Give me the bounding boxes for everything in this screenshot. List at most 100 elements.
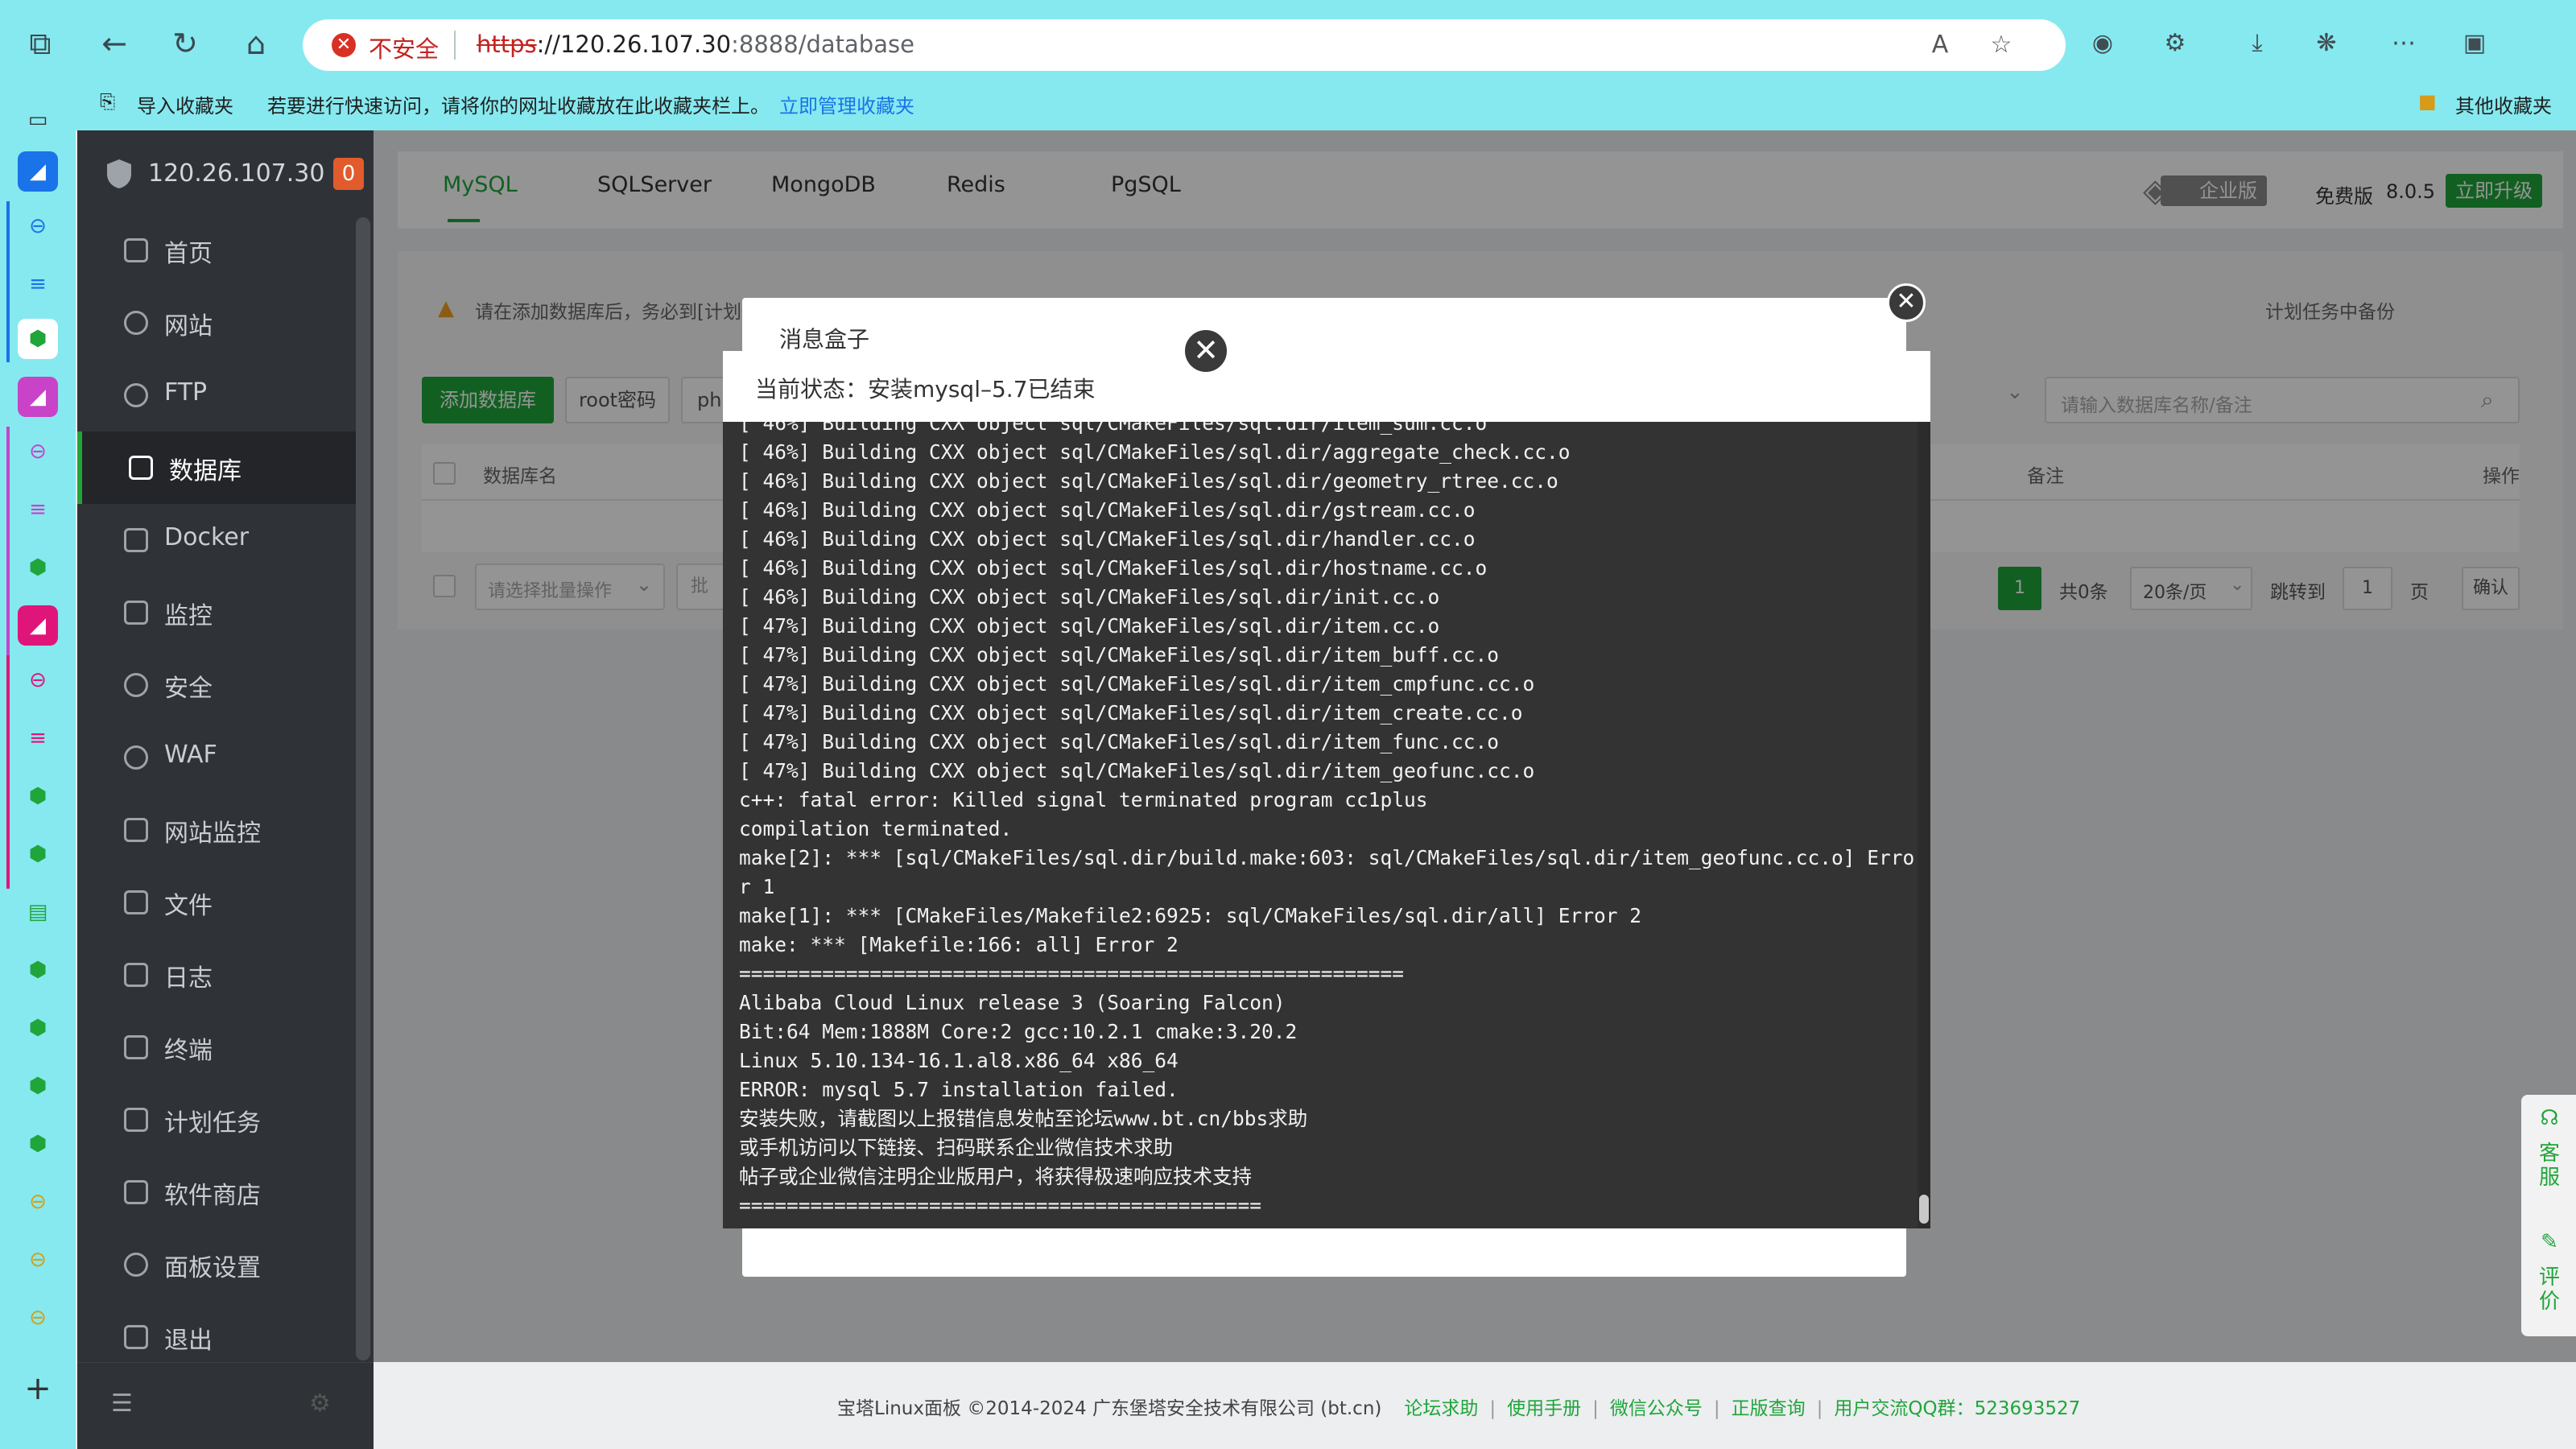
log-line: 帖子或企业微信注明企业版用户，将获得极速响应技术支持 [739, 1165, 1252, 1188]
ftp-icon [124, 383, 148, 407]
app-icon-purple[interactable]: ◢ [18, 377, 58, 417]
footer-link-wechat[interactable]: 微信公众号 [1610, 1398, 1703, 1419]
sidebar-item-site-monitor[interactable]: 网站监控 [77, 794, 356, 866]
footer-link-qq[interactable]: 用户交流QQ群：523693527 [1834, 1398, 2080, 1419]
sidebar-item-settings[interactable]: 面板设置 [77, 1228, 356, 1301]
bt-tab-icon[interactable]: ⬢ [18, 776, 58, 816]
link-icon[interactable]: ⊖ [18, 206, 58, 246]
link-icon[interactable]: ⊖ [18, 660, 58, 700]
extensions-icon[interactable]: ⚙ [2156, 24, 2194, 63]
log-output: [ 46%] Building CXX object sql/CMakeFile… [739, 422, 1915, 1220]
downloads-icon[interactable]: ⤓ [2238, 24, 2277, 63]
sidebar-item-database[interactable]: 数据库 [77, 431, 356, 504]
browser-side-rail: ▭ ◢ ⊖ ≡ ⬢ ◢ ⊖ ≡ ⬢ ◢ ⊖ ≡ ⬢ ⬢ ▤ ⬢ ⬢ ⬢ ⬢ ⊖ … [0, 80, 76, 1449]
url-text[interactable]: https://120.26.107.30:8888/database [477, 31, 914, 58]
bt-tab-icon[interactable]: ⬢ [18, 1124, 58, 1164]
sidebar-item-security[interactable]: 安全 [77, 649, 356, 721]
log-line: c++: fatal error: Killed signal terminat… [739, 788, 1428, 811]
service-label[interactable]: 客服 [2537, 1141, 2562, 1190]
console-scrollbar[interactable] [1918, 422, 1930, 1228]
server-shield-icon [107, 159, 131, 188]
other-bookmarks-link[interactable]: 其他收藏夹 [2455, 90, 2552, 118]
gear-icon[interactable]: ⚙ [309, 1392, 336, 1416]
log-line: [ 46%] Building CXX object sql/CMakeFile… [739, 527, 1476, 551]
log-line: [ 47%] Building CXX object sql/CMakeFile… [739, 701, 1523, 724]
log-line: 安装失败，请截图以上报错信息发帖至论坛www.bt.cn/bbs求助 [739, 1107, 1308, 1130]
reload-icon[interactable]: ↻ [164, 23, 206, 64]
footer-link-forum[interactable]: 论坛求助 [1404, 1398, 1478, 1419]
log-line: Alibaba Cloud Linux release 3 (Soaring F… [739, 991, 1286, 1014]
sidebar-item-files[interactable]: 文件 [77, 866, 356, 939]
footer-link-verify[interactable]: 正版查询 [1732, 1398, 1806, 1419]
log-line: [ 47%] Building CXX object sql/CMakeFile… [739, 730, 1500, 753]
collections-icon[interactable]: ▭ [18, 100, 58, 140]
tab-actions-icon[interactable]: ⧉ [19, 23, 61, 64]
log-line: make: *** [Makefile:166: all] Error 2 [739, 933, 1179, 956]
sidebar-item-store[interactable]: 软件商店 [77, 1156, 356, 1228]
app-icon-blue[interactable]: ◢ [18, 151, 58, 192]
log-line: ERROR: mysql 5.7 installation failed. [739, 1078, 1179, 1101]
sidebar-item-monitor[interactable]: 监控 [77, 576, 356, 649]
folder-icon: ■ [2418, 90, 2437, 113]
collapse-menu-icon[interactable]: ☰ [111, 1392, 138, 1416]
bt-tab-icon[interactable]: ⬢ [18, 1066, 58, 1106]
grid-icon [124, 1180, 148, 1204]
message-box-close-icon[interactable]: ✕ [1887, 283, 1926, 322]
import-bookmarks-icon[interactable]: ⎘ [100, 90, 115, 113]
app-icon-pink[interactable]: ◢ [18, 605, 58, 646]
calendar-icon [124, 1108, 148, 1132]
footer-link-manual[interactable]: 使用手册 [1507, 1398, 1581, 1419]
server-icon[interactable]: ≡ [18, 718, 58, 758]
server-icon[interactable]: ≡ [18, 264, 58, 304]
sidebar-item-waf[interactable]: WAF [77, 721, 356, 794]
manage-bookmarks-link[interactable]: 立即管理收藏夹 [779, 90, 914, 118]
bt-tab-icon[interactable]: ⬢ [18, 834, 58, 874]
log-line: Bit:64 Mem:1888M Core:2 gcc:10.2.1 cmake… [739, 1020, 1298, 1043]
gear-icon [124, 1253, 148, 1277]
more-menu-icon[interactable]: ⋯ [2384, 24, 2423, 63]
not-secure-label[interactable]: 不安全 [369, 31, 439, 64]
home-icon[interactable]: ⌂ [235, 23, 277, 64]
favorite-star-icon[interactable]: ☆ [1985, 29, 2017, 61]
bt-tab-icon[interactable]: ⬢ [18, 1008, 58, 1048]
sidebar-toggle-icon[interactable]: ▣ [2455, 24, 2494, 63]
copilot-icon[interactable]: ◉ [2083, 24, 2122, 63]
import-bookmarks-link[interactable]: 导入收藏夹 [137, 90, 233, 118]
group-indicator [6, 201, 10, 362]
install-log-console[interactable]: [ 46%] Building CXX object sql/CMakeFile… [723, 422, 1918, 1228]
bt-tab-icon[interactable]: ⬢ [18, 547, 58, 588]
sidebar-item-terminal[interactable]: 终端 [77, 1011, 356, 1084]
server-ip[interactable]: 120.26.107.30 [148, 159, 324, 188]
dialog-title: 当前状态：安装mysql–5.7已结束 [755, 376, 1096, 402]
rate-label[interactable]: 评价 [2537, 1265, 2562, 1314]
log-line: compilation terminated. [739, 817, 1013, 840]
not-secure-icon[interactable]: ✕ [332, 33, 356, 57]
log-line: [ 46%] Building CXX object sql/CMakeFile… [739, 469, 1558, 493]
scroll-thumb[interactable] [1919, 1195, 1929, 1224]
add-tab-icon[interactable]: + [18, 1368, 58, 1409]
sidebar-item-logs[interactable]: 日志 [77, 939, 356, 1011]
sidebar-item-home[interactable]: 首页 [77, 214, 356, 287]
log-line: make[2]: *** [sql/CMakeFiles/sql.dir/bui… [739, 846, 1915, 869]
link-icon[interactable]: ⊖ [18, 1182, 58, 1222]
sheet-icon[interactable]: ▤ [18, 892, 58, 932]
sidebar-item-website[interactable]: 网站 [77, 287, 356, 359]
message-count-badge[interactable]: 0 [333, 158, 364, 190]
customer-service-widget[interactable]: ☊ 客服 ✎ 评价 [2521, 1095, 2576, 1336]
address-bar[interactable]: ✕ 不安全 https://120.26.107.30:8888/databas… [303, 19, 2066, 71]
bt-tab-icon[interactable]: ⬢ [18, 950, 58, 990]
profile-avatar[interactable]: ❋ [2307, 24, 2346, 63]
back-icon[interactable]: ← [93, 23, 135, 64]
link-icon[interactable]: ⊖ [18, 431, 58, 472]
link-icon[interactable]: ⊖ [18, 1240, 58, 1280]
sidebar-item-cron[interactable]: 计划任务 [77, 1084, 356, 1156]
link-icon[interactable]: ⊖ [18, 1298, 58, 1338]
close-icon[interactable]: ✕ [1182, 327, 1230, 375]
sidebar-item-docker[interactable]: Docker [77, 504, 356, 576]
bt-panel-tab-icon[interactable]: ⬢ [18, 319, 58, 359]
server-icon[interactable]: ≡ [18, 489, 58, 530]
read-aloud-icon[interactable]: A [1924, 29, 1956, 61]
sidebar-item-ftp[interactable]: FTP [77, 359, 356, 431]
sidebar-scrollbar[interactable] [356, 217, 370, 1360]
group-indicator [6, 427, 10, 676]
